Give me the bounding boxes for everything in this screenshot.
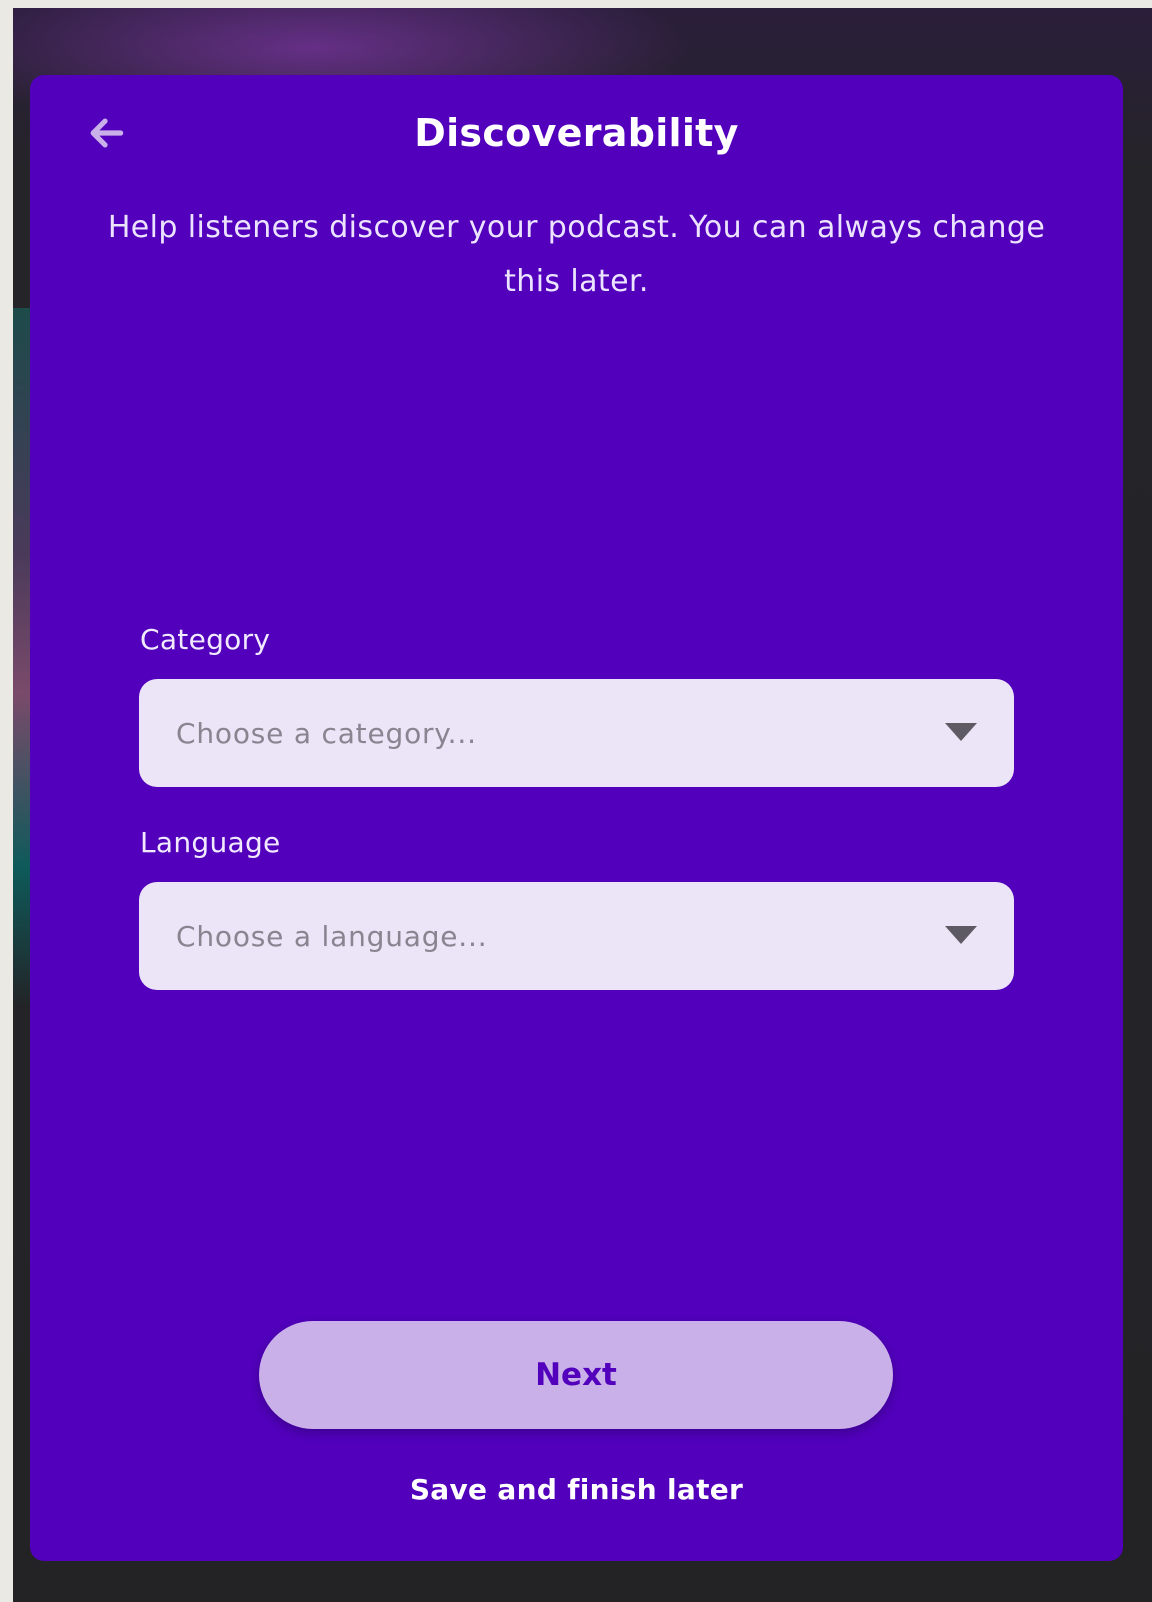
caret-down-icon <box>945 926 977 944</box>
page-title: Discoverability <box>414 111 739 155</box>
language-placeholder: Choose a language... <box>176 919 488 953</box>
category-placeholder: Choose a category... <box>176 716 477 750</box>
intro-text: Help listeners discover your podcast. Yo… <box>107 210 1046 299</box>
category-select[interactable]: Choose a category... <box>139 679 1014 787</box>
language-select[interactable]: Choose a language... <box>139 882 1014 990</box>
caret-down-icon <box>945 723 977 741</box>
discoverability-card: Discoverability Help listeners discover … <box>30 75 1123 1561</box>
edge-glow <box>13 308 31 1008</box>
save-and-finish-later-link[interactable]: Save and finish later <box>30 1473 1123 1506</box>
category-label: Category <box>140 623 271 656</box>
next-button[interactable]: Next <box>259 1321 893 1429</box>
language-label: Language <box>140 826 281 859</box>
